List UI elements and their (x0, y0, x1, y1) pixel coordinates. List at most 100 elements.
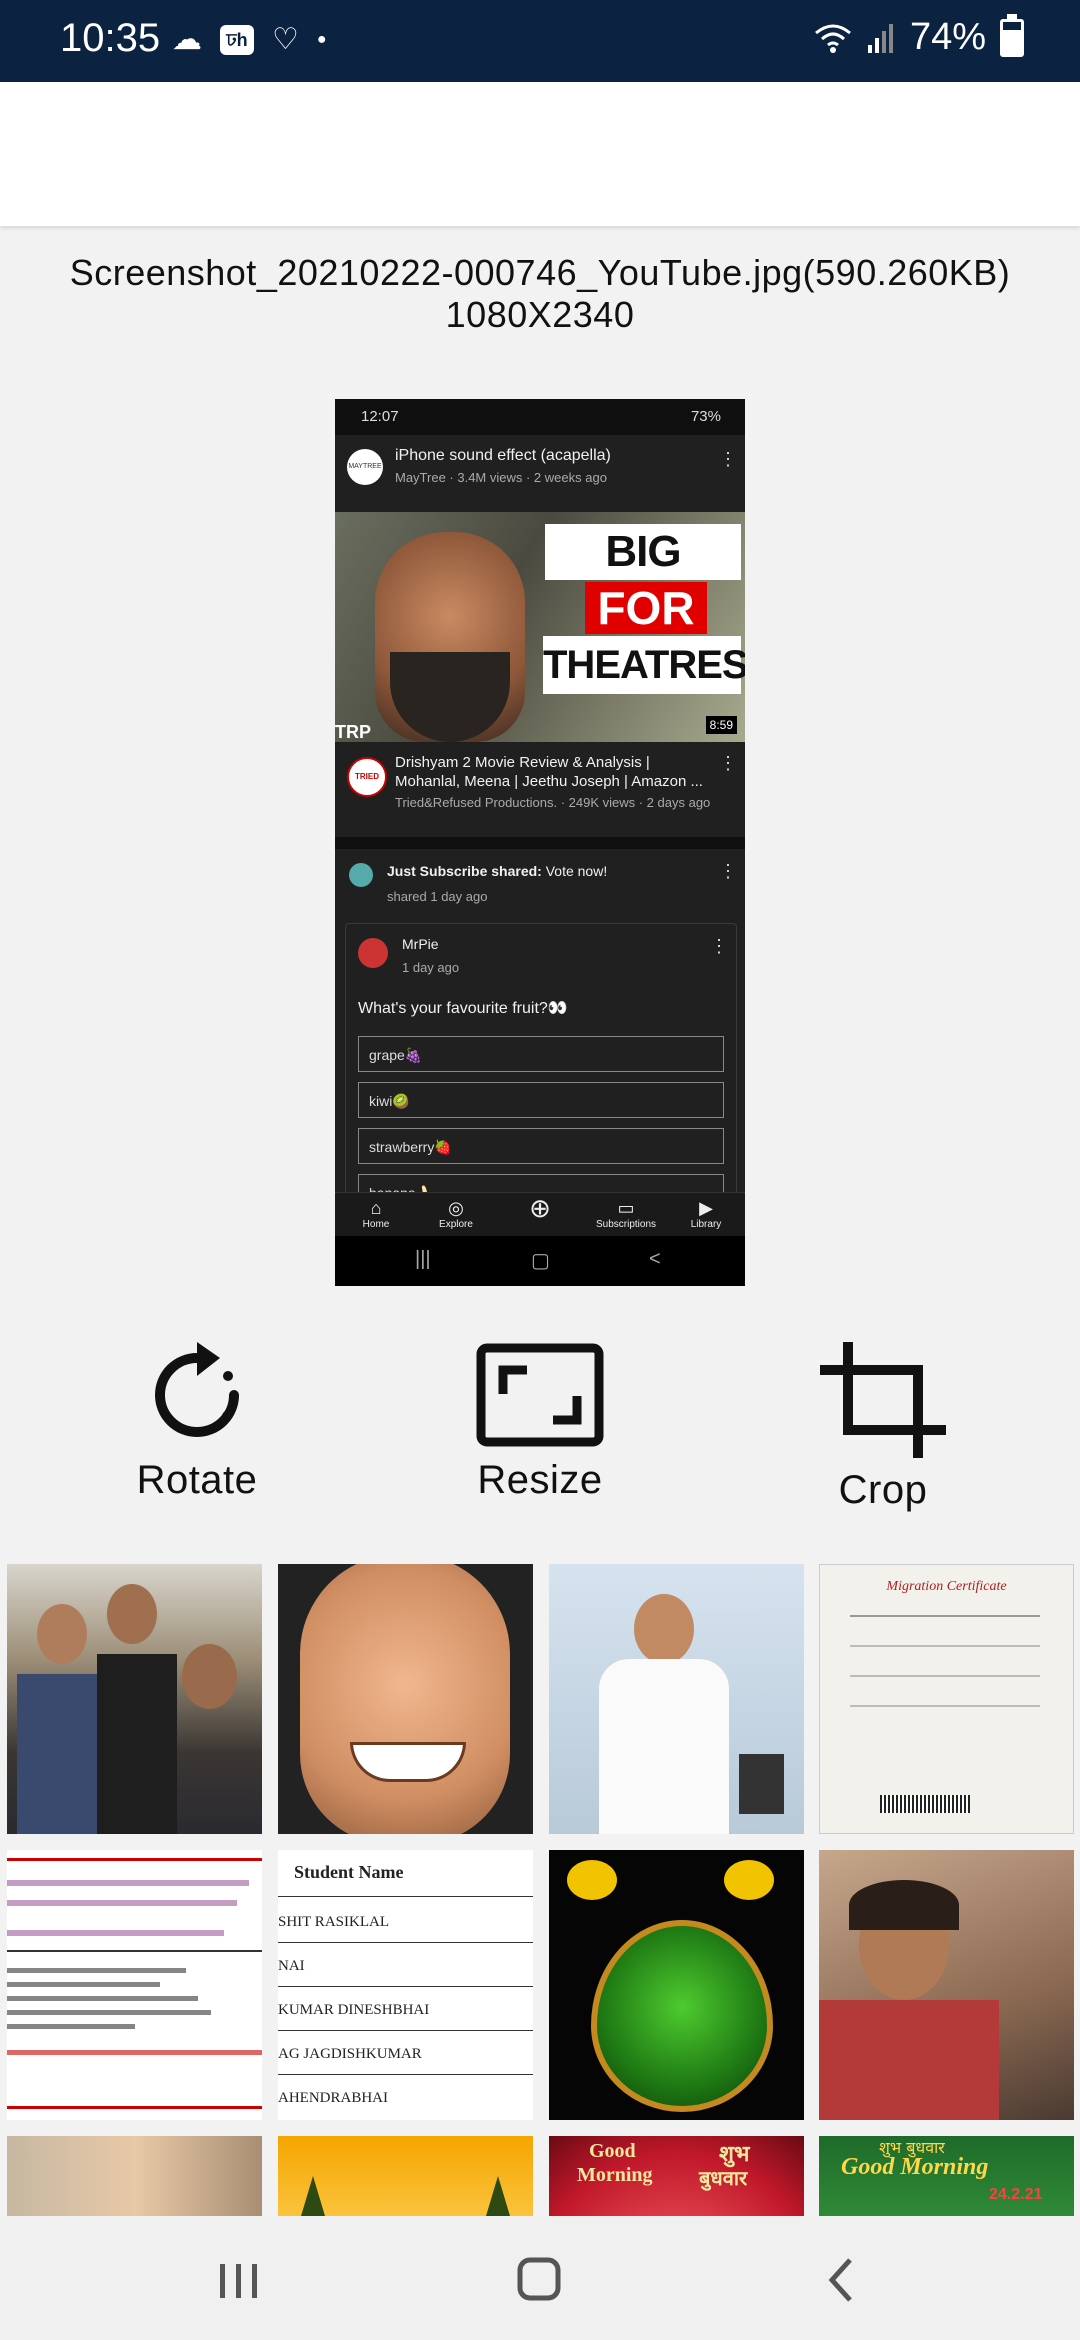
shared-time: shared 1 day ago (387, 889, 488, 904)
file-dimensions: 1080X2340 (445, 294, 635, 335)
gallery-thumbnail[interactable] (819, 1850, 1074, 2120)
status-bar: 10:35 ☁ ঢh ♡ ● 74% (0, 0, 1080, 82)
gallery-thumbnail[interactable] (7, 1564, 262, 1834)
gallery-grid: Migration Certificate Student Name SHIT … (0, 1562, 1080, 2216)
author-time: 1 day ago (402, 960, 460, 975)
recents-icon: ||| (415, 1248, 431, 1270)
more-icon: ⋮ (719, 753, 737, 773)
video-title: iPhone sound effect (acapella) (395, 447, 611, 464)
home-icon: ⌂ (370, 1198, 382, 1218)
poll-question: What's your favourite fruit?👀 (358, 1000, 568, 1017)
back-button[interactable] (802, 2250, 882, 2310)
table-row: AHENDRABHAI (278, 2090, 388, 2106)
gallery-thumbnail[interactable] (278, 2136, 533, 2216)
nav-create: ⊕ (505, 1193, 575, 1223)
video-duration: 8:59 (705, 716, 737, 734)
heart-sync-icon: ♡ (272, 23, 299, 56)
battery-percent: 74% (909, 16, 986, 58)
resize-button[interactable]: Resize (430, 1340, 650, 1503)
author-name: MrPie (402, 936, 439, 952)
gallery-thumbnail[interactable] (7, 1850, 262, 2120)
status-right: 74% (814, 13, 1024, 59)
author-avatar (358, 938, 388, 968)
gallery-thumbnail[interactable]: शुभ बुधवार Good Morning 24.2.21 (819, 2136, 1074, 2216)
sharer-avatar (349, 863, 373, 887)
nav-home: ⌂ Home (341, 1197, 411, 1230)
preview-time: 12:07 (361, 408, 399, 425)
gallery-thumbnail[interactable]: Good Morning शुभ बुधवार (549, 2136, 804, 2216)
preview-status-bar: 12:07 73% (335, 399, 745, 435)
table-row: SHIT RASIKLAL (278, 1914, 389, 1930)
recents-button[interactable] (198, 2250, 278, 2310)
thumb-text-3: THEATRES (543, 636, 745, 694)
home-button-icon: ▢ (531, 1250, 550, 1272)
community-post: Just Subscribe shared: Vote now! shared … (335, 849, 745, 1245)
crop-button[interactable]: Crop (773, 1340, 993, 1513)
table-row: KUMAR DINESHBHAI (278, 2002, 430, 2018)
gallery-thumbnail[interactable]: Migration Certificate (819, 1564, 1074, 1834)
nav-explore: ◎ Explore (421, 1197, 491, 1230)
resize-icon (476, 1343, 604, 1447)
gallery-thumbnail[interactable] (549, 1564, 804, 1834)
gallery-thumbnail[interactable] (549, 1850, 804, 2120)
video-thumbnail: BIG LOSS FOR THEATRES TRP 8:59 (335, 512, 745, 742)
app-bar (0, 82, 1080, 226)
greeting-date: 24.2.21 (989, 2186, 1043, 2203)
certificate-title: Migration Certificate (886, 1579, 1007, 1594)
nav-library: ▶ Library (671, 1197, 741, 1230)
video-title: Drishyam 2 Movie Review & Analysis | Moh… (395, 754, 703, 790)
home-button[interactable] (500, 2250, 580, 2310)
file-info: Screenshot_20210222-000746_YouTube.jpg(5… (0, 252, 1080, 336)
poll-option: grape🍇 (358, 1036, 724, 1072)
cloud-icon: ☁ (172, 23, 202, 56)
nav-subscriptions: ▭ Subscriptions (591, 1197, 661, 1230)
signal-icon (867, 23, 893, 53)
resize-label: Resize (477, 1458, 603, 1502)
thumb-text-2: FOR (585, 582, 707, 634)
preview-battery: 73% (690, 408, 721, 425)
more-icon: ⋮ (719, 449, 737, 469)
greeting-text: बुधवार (699, 2166, 748, 2190)
poll-option: kiwi🥝 (358, 1082, 724, 1118)
rotate-label: Rotate (136, 1458, 258, 1502)
rotate-icon (155, 1342, 239, 1437)
wifi-icon (814, 24, 851, 53)
gallery-thumbnail[interactable] (7, 2136, 262, 2216)
preview-system-nav: ||| ▢ < (335, 1236, 745, 1286)
table-row: AG JAGDISHKUMAR (278, 2046, 422, 2062)
channel-avatar: TRIED (347, 757, 387, 797)
back-icon: < (649, 1248, 661, 1270)
battery-icon (1000, 13, 1024, 57)
system-nav-bar (0, 2216, 1080, 2340)
more-icon: ⋮ (719, 861, 737, 881)
library-icon: ▶ (699, 1198, 713, 1218)
add-icon: ⊕ (529, 1193, 551, 1223)
file-name: Screenshot_20210222-000746_YouTube.jpg(5… (69, 252, 1011, 293)
preview-bottom-nav: ⌂ Home ◎ Explore ⊕ ▭ Subscriptions ▶ Library (335, 1192, 745, 1237)
gallery-thumbnail[interactable] (278, 1564, 533, 1834)
news-app-icon: ঢh (220, 25, 254, 55)
video-meta: Tried&Refused Productions. · 249K views … (395, 795, 711, 810)
more-icon: ⋮ (710, 936, 728, 956)
rotate-button[interactable]: Rotate (87, 1340, 307, 1503)
table-row: NAI (278, 1958, 305, 1974)
crop-label: Crop (838, 1468, 928, 1512)
video-meta: MayTree · 3.4M views · 2 weeks ago (395, 470, 607, 485)
dot-icon: ● (316, 31, 327, 48)
greeting-text: Morning (577, 2164, 653, 2186)
crop-icon (820, 1342, 946, 1458)
compass-icon: ◎ (448, 1198, 464, 1218)
poll-option: strawberry🍓 (358, 1128, 724, 1164)
table-header: Student Name (294, 1862, 404, 1882)
divider (335, 837, 745, 849)
thumb-corner-label: TRP (335, 722, 371, 742)
status-time: 10:35 (60, 16, 161, 60)
greeting-text: Good Morning (841, 2154, 989, 2180)
preview-video-1: MAYTREE iPhone sound effect (acapella) M… (335, 435, 745, 511)
image-preview[interactable]: 12:07 73% MAYTREE iPhone sound effect (a… (335, 399, 745, 1286)
thumb-text-1: BIG LOSS (545, 524, 741, 632)
gallery-thumbnail[interactable]: Student Name SHIT RASIKLAL NAI KUMAR DIN… (278, 1850, 533, 2120)
subscriptions-icon: ▭ (617, 1198, 635, 1218)
preview-video-2: TRIED Drishyam 2 Movie Review & Analysis… (335, 743, 745, 837)
greeting-text: Good (589, 2140, 636, 2162)
